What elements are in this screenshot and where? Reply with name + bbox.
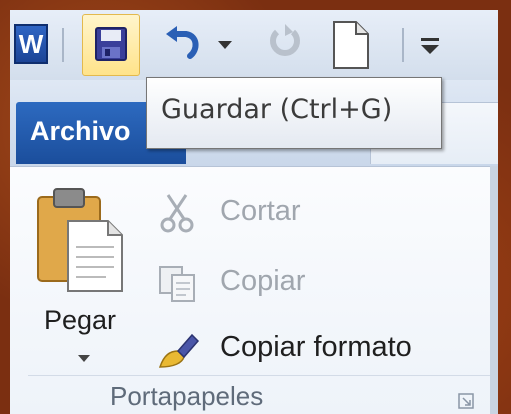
dialog-launcher-icon[interactable] (458, 393, 474, 409)
ribbon-edge (490, 166, 498, 414)
save-tooltip: Guardar (Ctrl+G) (146, 77, 442, 149)
format-painter-label: Copiar formato (220, 331, 412, 363)
cut-button[interactable]: Cortar (156, 191, 486, 235)
undo-icon[interactable] (160, 22, 204, 66)
paintbrush-icon (158, 333, 200, 368)
format-painter-button[interactable]: Copiar formato (156, 327, 486, 371)
copy-icon (159, 266, 195, 302)
clipboard-group: Pegar Cortar Copiar Copiar formato Porta… (10, 166, 498, 414)
tooltip-text: Guardar (Ctrl+G) (161, 94, 393, 125)
word-window: W Archivo Guardar (Ctrl+G) Pegar Cortar … (10, 10, 498, 414)
word-app-icon[interactable]: W (14, 24, 48, 64)
undo-dropdown-icon[interactable] (215, 34, 235, 54)
copy-button[interactable]: Copiar (156, 261, 486, 305)
save-icon (95, 27, 127, 61)
toolbar-separator (402, 28, 404, 62)
redo-icon (270, 24, 300, 56)
customize-toolbar-icon[interactable] (418, 32, 442, 58)
scissors-icon (160, 194, 194, 233)
paste-button[interactable]: Pegar (24, 177, 134, 377)
group-label: Portapapeles (110, 381, 264, 411)
save-button[interactable] (82, 14, 140, 76)
new-document-icon[interactable] (328, 20, 372, 70)
group-divider (28, 375, 490, 376)
quick-access-toolbar: W (10, 10, 498, 80)
paste-dropdown-icon[interactable] (78, 355, 90, 362)
clipboard-icon (37, 188, 123, 292)
toolbar-separator (62, 28, 64, 62)
tab-file-label: Archivo (30, 116, 131, 146)
cut-label: Cortar (220, 195, 301, 227)
copy-label: Copiar (220, 265, 306, 297)
paste-label: Pegar (43, 305, 117, 335)
